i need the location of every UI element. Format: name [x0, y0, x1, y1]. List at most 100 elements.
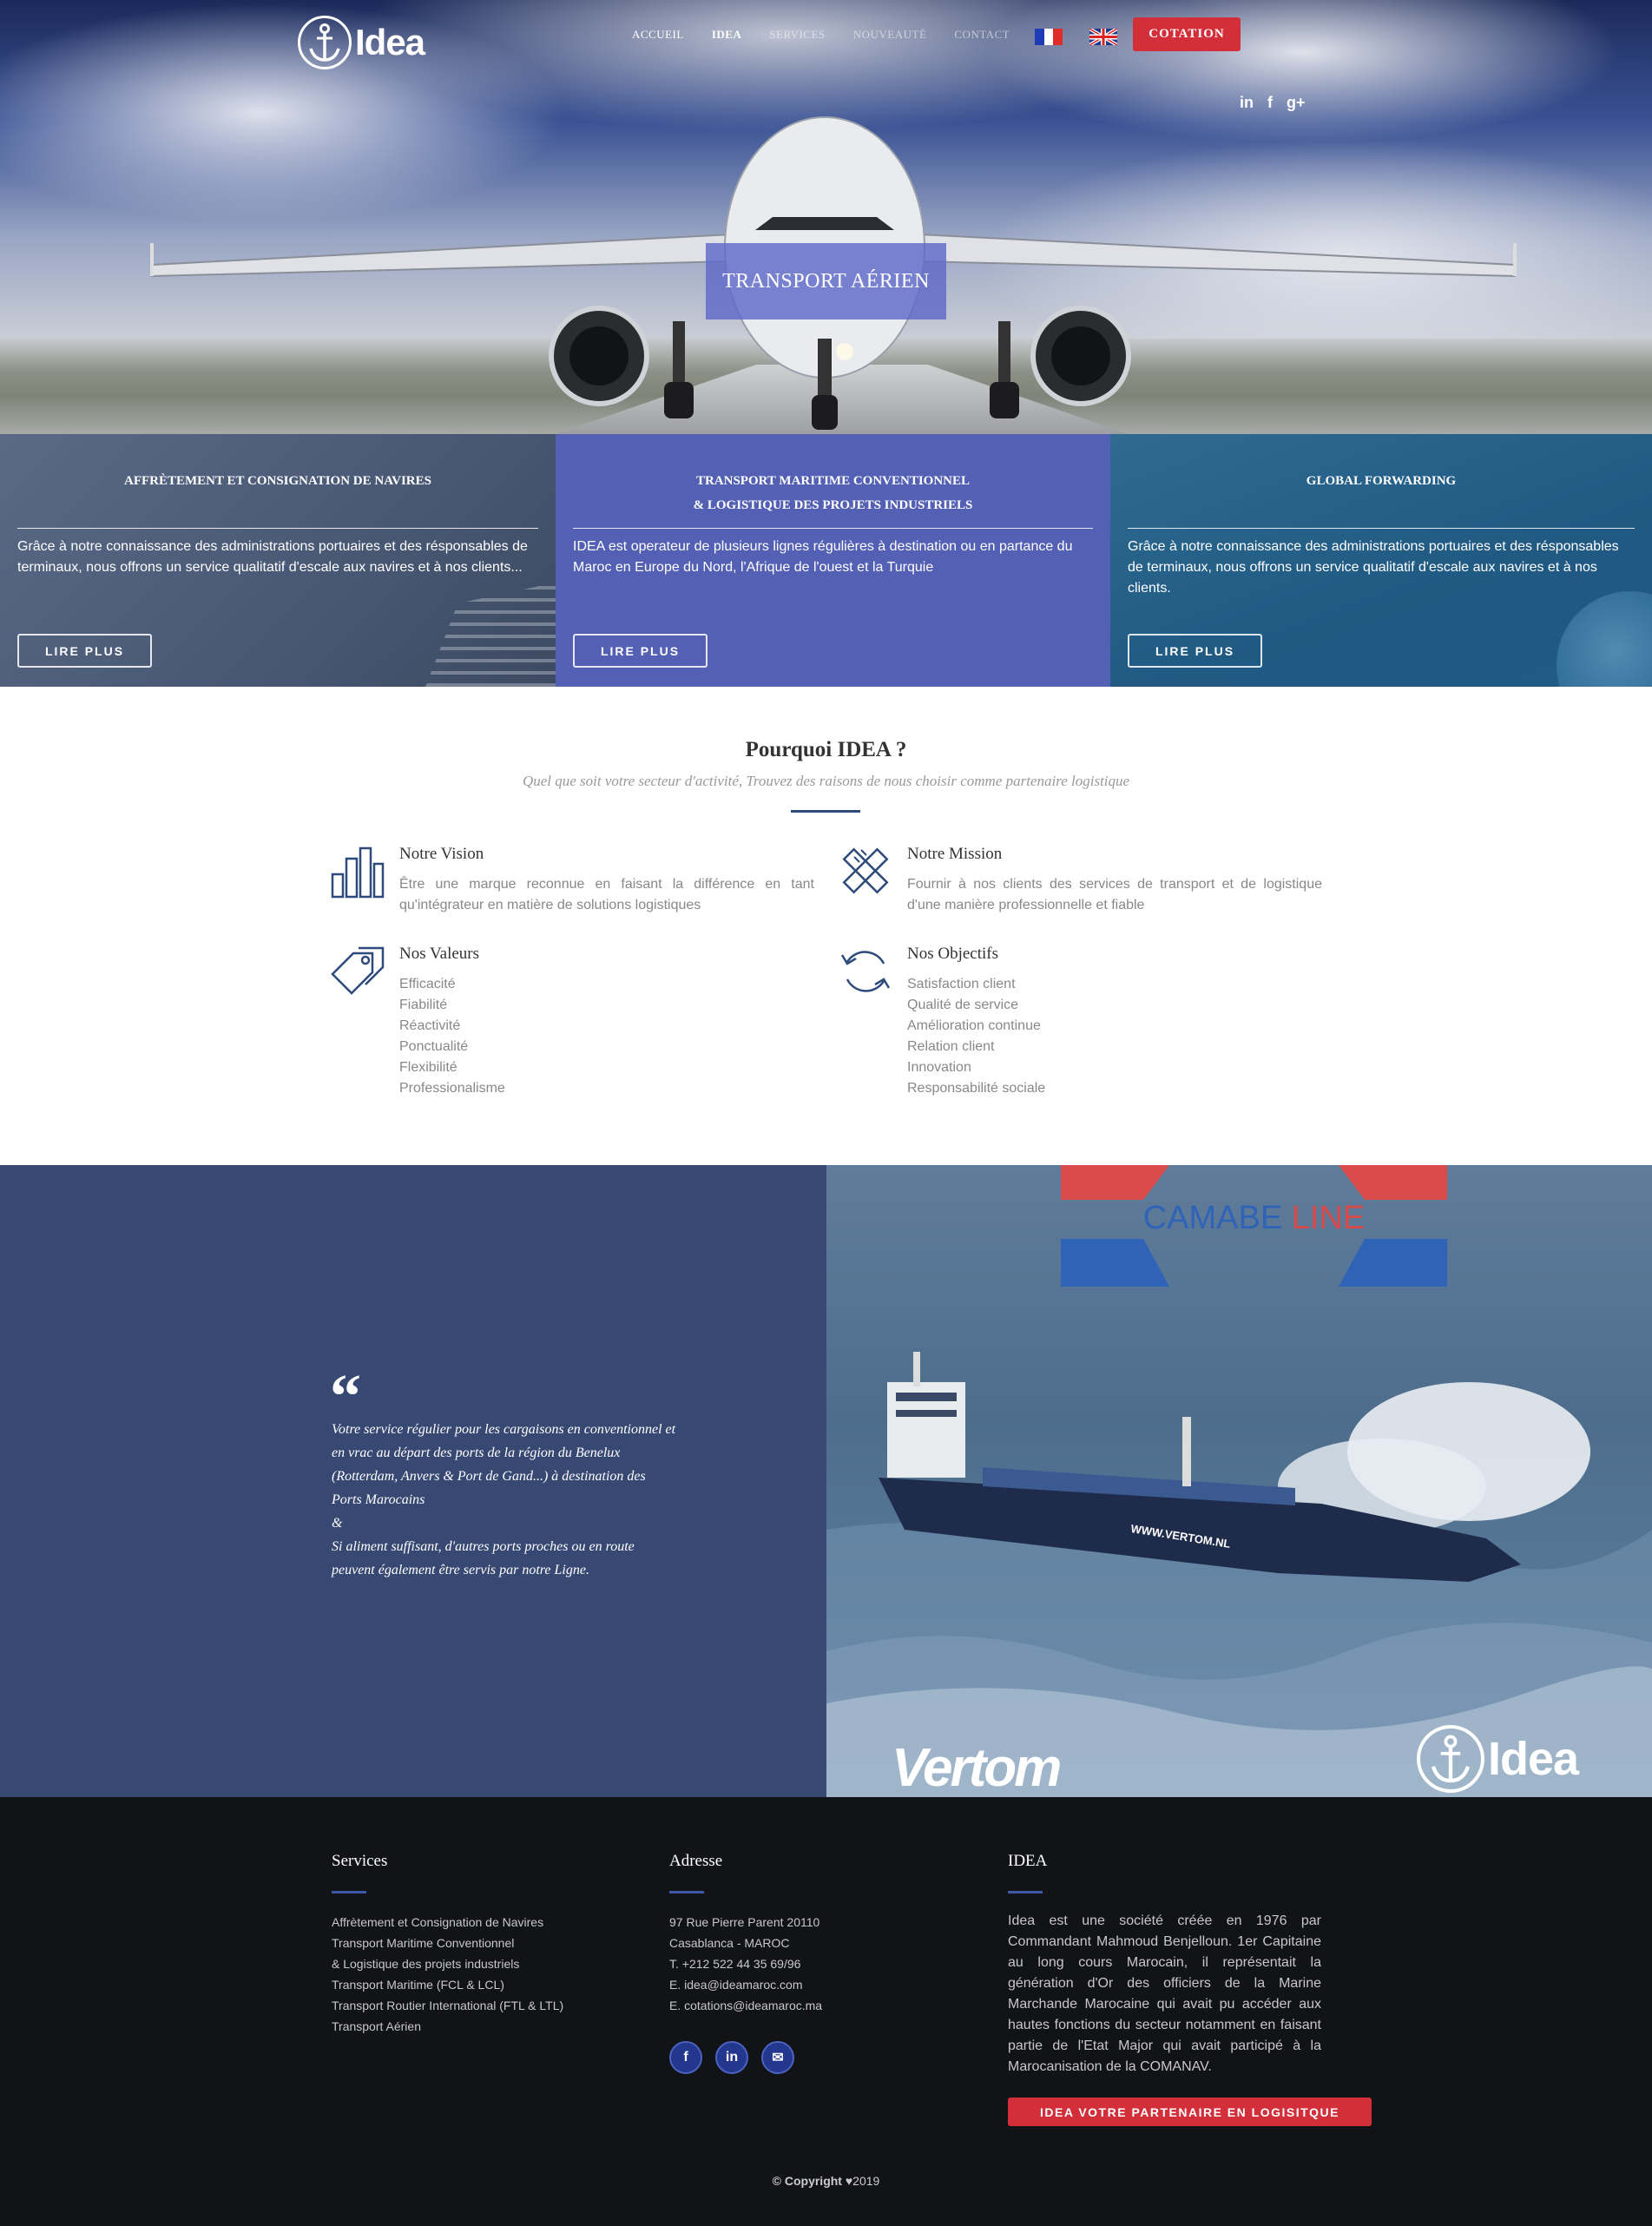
footer [0, 1797, 1652, 2226]
quote-line: Si aliment suffisant, d'autres ports pro… [332, 1539, 635, 1554]
divider [791, 810, 860, 813]
quote-line: Votre service régulier pour les cargaiso… [332, 1422, 676, 1437]
idea-watermark-logo: Idea [1417, 1725, 1579, 1793]
footer-link[interactable]: Transport Aérien [332, 2016, 563, 2037]
google-plus-icon[interactable]: g+ [1287, 94, 1306, 112]
address-line: 97 Rue Pierre Parent 20110 [669, 1915, 820, 1929]
why-title: Pourquoi IDEA ? [745, 738, 907, 761]
service-title-line1: TRANSPORT MARITIME CONVENTIONNEL [695, 474, 971, 488]
footer-link[interactable]: & Logistique des projets industriels [332, 1953, 563, 1974]
divider [17, 528, 538, 529]
flag-uk-icon[interactable] [1089, 29, 1117, 45]
idea-watermark-text: Idea [1488, 1733, 1579, 1785]
list-item: Ponctualité [399, 1039, 469, 1054]
brand-logo[interactable]: Idea [298, 16, 425, 69]
refresh-cycle-icon [840, 951, 891, 992]
quote-text: Votre service régulier pour les cargaiso… [332, 1418, 722, 1582]
feature-text: Fournir à nos clients des services de tr… [907, 877, 1322, 912]
service-title-line2: & LOGISTIQUE DES PROJETS INDUSTRIELS [693, 498, 973, 512]
globe-background-decoration [1557, 591, 1652, 687]
service-description: Grâce à notre connaissance des administr… [1128, 539, 1619, 596]
list-item: Flexibilité [399, 1060, 457, 1075]
hero-caption: TRANSPORT AÉRIEN [706, 243, 946, 319]
list-item: Qualité de service [907, 998, 1019, 1012]
ship-image: CAMABE LINE WWW.VERTOM.NL Vertom Idea [826, 1165, 1652, 1797]
email-link[interactable]: E. cotations@ideamaroc.ma [669, 1995, 822, 2016]
feature-title: Nos Objectifs [907, 945, 999, 963]
cotation-button[interactable]: COTATION [1133, 17, 1241, 51]
read-more-button[interactable]: LIRE PLUS [1128, 634, 1262, 668]
footer-about-title: IDEA [1008, 1852, 1048, 1870]
service-title: AFFRÈTEMENT ET CONSIGNATION DE NAVIRES [124, 474, 431, 488]
list-item: Fiabilité [399, 998, 448, 1012]
nav-item-accueil[interactable]: ACCUEIL [632, 28, 684, 42]
copyright: © Copyright ♥2019 [0, 2174, 1652, 2188]
copyright-label: © Copyright [772, 2174, 846, 2188]
list-item: Professionalisme [399, 1081, 505, 1096]
anchor-icon [298, 16, 352, 69]
service-card-maritime: TRANSPORT MARITIME CONVENTIONNEL & LOGIS… [556, 434, 1110, 687]
divider [573, 528, 1093, 529]
email-link[interactable]: E. idea@ideamaroc.com [669, 1974, 822, 1995]
service-card-affretement: AFFRÈTEMENT ET CONSIGNATION DE NAVIRES G… [0, 434, 556, 687]
copyright-year: ♥2019 [845, 2174, 880, 2188]
footer-link[interactable]: Transport Routier International (FTL & L… [332, 1995, 563, 2016]
feature-title: Nos Valeurs [399, 945, 480, 963]
address-line: Casablanca - MAROC [669, 1936, 790, 1950]
footer-address-title: Adresse [669, 1852, 723, 1870]
header-social: in f g+ [1240, 94, 1306, 112]
facebook-icon[interactable]: f [669, 2041, 702, 2074]
footer-social: f in ✉ [669, 2041, 794, 2074]
quote-line: (Rotterdam, Anvers & Port de Gand...) à … [332, 1469, 646, 1484]
list-item: Satisfaction client [907, 977, 1016, 991]
feature-title: Notre Mission [907, 845, 1003, 863]
camabe-text: CAMABE LINE [1142, 1200, 1366, 1236]
nav-item-contact[interactable]: CONTACT [954, 28, 1010, 42]
footer-link[interactable]: Affrètement et Consignation de Navires [332, 1912, 563, 1933]
pencil-ruler-icon [842, 847, 889, 894]
values-list: Efficacité Fiabilité Réactivité Ponctual… [399, 974, 505, 1099]
service-description: Grâce à notre connaissance des administr… [17, 539, 528, 575]
linkedin-icon[interactable]: in [715, 2041, 748, 2074]
service-title: GLOBAL FORWARDING [1306, 474, 1457, 488]
ship-background-decoration [425, 583, 556, 687]
list-item: Efficacité [399, 977, 456, 991]
read-more-button[interactable]: LIRE PLUS [573, 634, 708, 668]
camabe-line-logo: CAMABE LINE [1061, 1165, 1447, 1287]
mail-icon[interactable]: ✉ [761, 2041, 794, 2074]
divider [1128, 528, 1635, 529]
airplane-illustration [150, 116, 1517, 430]
read-more-button[interactable]: LIRE PLUS [17, 634, 152, 668]
why-subtitle: Quel que soit votre secteur d'activité, … [522, 773, 1130, 789]
anchor-icon [1417, 1725, 1484, 1793]
list-item: Relation client [907, 1039, 995, 1054]
price-tags-icon [331, 946, 385, 995]
nav-item-idea[interactable]: IDEA [712, 28, 742, 42]
quote-line: en vrac au départ des ports de la région… [332, 1446, 621, 1460]
nav-item-nouveaute[interactable]: NOUVEAUTÉ [853, 28, 927, 42]
facebook-icon[interactable]: f [1267, 94, 1273, 112]
footer-services-list: Affrètement et Consignation de Navires T… [332, 1912, 563, 2037]
list-item: Responsabilité sociale [907, 1081, 1046, 1096]
service-description: IDEA est operateur de plusieurs lignes r… [573, 539, 1073, 575]
vertom-logo: Vertom [892, 1738, 1062, 1797]
feature-text: Être une marque reconnue en faisant la d… [399, 877, 814, 912]
divider [332, 1891, 366, 1893]
services-strip: AFFRÈTEMENT ET CONSIGNATION DE NAVIRES G… [0, 434, 1652, 687]
feature-title: Notre Vision [399, 845, 484, 863]
bar-chart-icon [331, 846, 385, 899]
phone-line: T. +212 522 44 35 69/96 [669, 1957, 801, 1971]
brand-name: Idea [355, 22, 425, 63]
footer-link[interactable]: Transport Maritime (FCL & LCL) [332, 1974, 563, 1995]
quote-line: Ports Marocains [332, 1492, 425, 1507]
linkedin-icon[interactable]: in [1240, 94, 1254, 112]
partner-button[interactable]: IDEA VOTRE PARTENAIRE EN LOGISITQUE [1008, 2098, 1372, 2126]
nav-item-services[interactable]: SERVICES [769, 28, 825, 42]
objectives-list: Satisfaction client Qualité de service A… [907, 974, 1045, 1099]
list-item: Réactivité [399, 1018, 461, 1033]
list-item: Innovation [907, 1060, 971, 1075]
main-nav: ACCUEIL IDEA SERVICES NOUVEAUTÉ CONTACT [632, 28, 1037, 42]
flag-fr-icon[interactable] [1035, 29, 1063, 45]
footer-services-title: Services [332, 1852, 388, 1870]
footer-link[interactable]: Transport Maritime Conventionnel [332, 1933, 563, 1953]
